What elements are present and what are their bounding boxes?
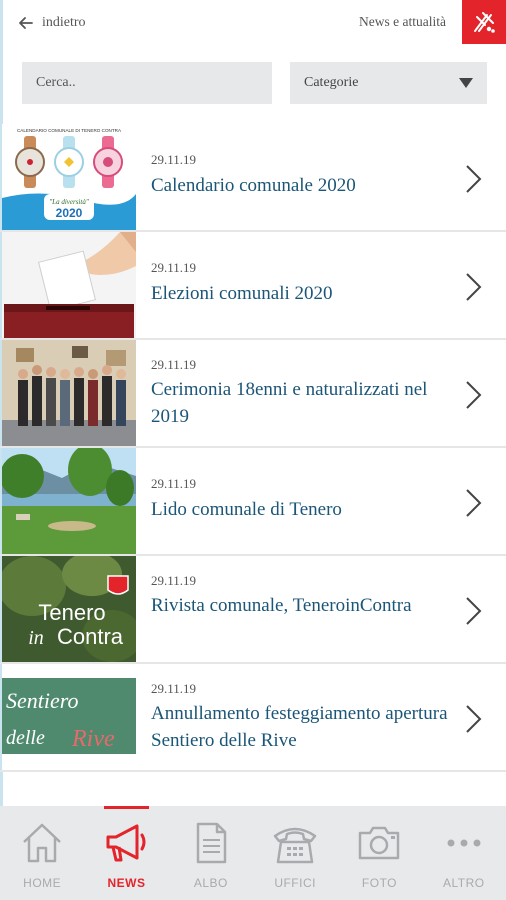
chevron-right-icon xyxy=(466,597,482,625)
category-dropdown[interactable]: Categorie xyxy=(290,62,487,104)
search-input[interactable] xyxy=(22,62,272,104)
news-item[interactable]: 29.11.19 Cerimonia 18enni e naturalizzat… xyxy=(0,340,506,448)
category-label: Categorie xyxy=(304,75,359,90)
tab-foto[interactable]: FOTO xyxy=(337,806,421,900)
thumb-caption: CALENDARIO COMUNALE DI TENERO CONTRA xyxy=(17,128,122,133)
chevron-right-icon xyxy=(466,381,482,409)
thumb-caption: "La diversità" xyxy=(49,198,89,206)
coat-of-arms-icon xyxy=(474,12,495,33)
tab-label: ALTRO xyxy=(442,876,485,890)
caret-down-icon xyxy=(459,78,473,88)
tab-altro[interactable]: ALTRO xyxy=(422,806,506,900)
tab-home[interactable]: HOME xyxy=(0,806,84,900)
tab-label: HOME xyxy=(23,876,62,890)
bottom-navigation: HOME NEWS ALBO UFFICI FOTO ALTRO xyxy=(0,806,506,900)
arrow-left-icon xyxy=(19,17,33,29)
tab-albo[interactable]: ALBO xyxy=(169,806,253,900)
phone-icon xyxy=(273,827,317,864)
section-title: News e attualità xyxy=(359,14,446,29)
tab-label: NEWS xyxy=(107,876,146,890)
back-button[interactable]: indietro xyxy=(18,12,86,34)
news-title: Annullamento festeggiamento apertura Sen… xyxy=(151,703,448,751)
news-date: 29.11.19 xyxy=(151,681,197,696)
news-list: CALENDARIO COMUNALE DI TENERO CONTRA "La… xyxy=(0,124,506,772)
news-item[interactable]: 29.11.19 Elezioni comunali 2020 xyxy=(0,232,506,340)
back-label: indietro xyxy=(42,15,86,30)
news-title: Cerimonia 18enni e naturalizzati nel 201… xyxy=(151,379,428,427)
megaphone-icon xyxy=(106,824,146,862)
news-date: 29.11.19 xyxy=(151,476,197,491)
news-thumbnail: CALENDARIO COMUNALE DI TENERO CONTRA "La… xyxy=(2,124,136,230)
thumb-caption: Rive xyxy=(71,726,115,752)
document-icon xyxy=(196,822,227,864)
home-icon xyxy=(23,823,62,863)
thumb-caption: Contra xyxy=(57,624,124,649)
news-item[interactable]: Sentiero delle Rive 29.11.19 Annullament… xyxy=(0,664,506,772)
news-title: Rivista comunale, TeneroinContra xyxy=(151,595,412,616)
thumb-caption: 2020 xyxy=(56,206,83,220)
news-thumbnail: Tenero in Contra xyxy=(2,556,136,662)
news-date: 29.11.19 xyxy=(151,357,197,372)
thumb-caption: in xyxy=(28,627,44,649)
tab-news[interactable]: NEWS xyxy=(84,806,168,900)
chevron-right-icon xyxy=(466,165,482,193)
thumb-caption: delle xyxy=(6,727,45,749)
header: indietro News e attualità xyxy=(0,0,506,46)
news-thumbnail xyxy=(2,340,136,446)
news-item[interactable]: Tenero in Contra 29.11.19 Rivista comuna… xyxy=(0,556,506,664)
news-thumbnail xyxy=(2,232,136,338)
news-date: 29.11.19 xyxy=(151,260,197,275)
chevron-right-icon xyxy=(466,273,482,301)
news-date: 29.11.19 xyxy=(151,573,197,588)
news-thumbnail xyxy=(2,448,136,554)
news-item[interactable]: CALENDARIO COMUNALE DI TENERO CONTRA "La… xyxy=(0,124,506,232)
more-icon xyxy=(447,839,481,847)
thumb-caption: Sentiero xyxy=(6,688,79,713)
news-thumbnail: Sentiero delle Rive xyxy=(2,664,136,770)
tab-label: FOTO xyxy=(361,876,398,890)
chevron-right-icon xyxy=(466,489,482,517)
news-title: Lido comunale di Tenero xyxy=(151,499,342,520)
camera-icon xyxy=(359,826,400,860)
news-item[interactable]: 29.11.19 Lido comunale di Tenero xyxy=(0,448,506,556)
tab-label: ALBO xyxy=(193,876,228,890)
tab-uffici[interactable]: UFFICI xyxy=(253,806,337,900)
municipality-logo[interactable] xyxy=(462,0,506,44)
news-date: 29.11.19 xyxy=(151,152,197,167)
tab-label: UFFICI xyxy=(274,876,316,890)
app-screen: indietro News e attualità Categorie CALE… xyxy=(0,0,506,900)
thumb-caption: Tenero xyxy=(38,600,105,625)
chevron-right-icon xyxy=(466,705,482,733)
news-title: Elezioni comunali 2020 xyxy=(151,283,333,304)
news-title: Calendario comunale 2020 xyxy=(151,175,356,196)
